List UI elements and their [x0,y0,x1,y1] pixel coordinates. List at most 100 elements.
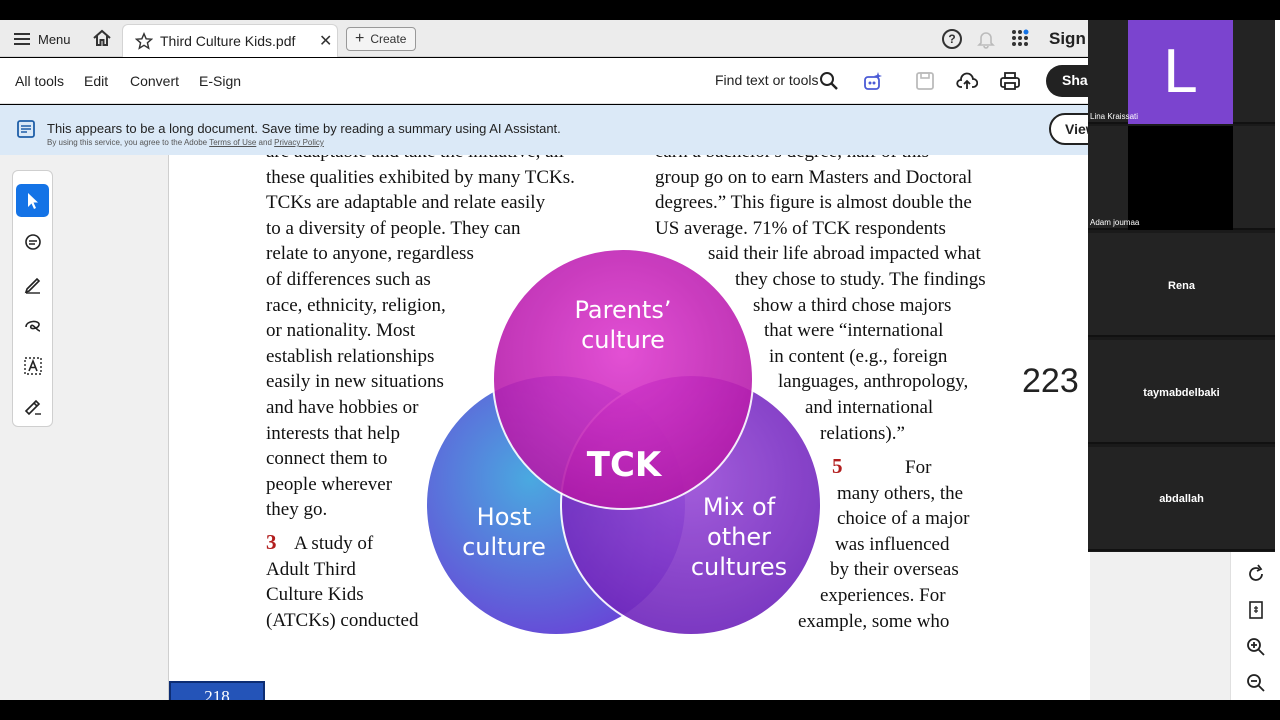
find-text-label[interactable]: Find text or tools [715,72,819,88]
participant-name: Adam joumaa [1090,218,1140,227]
body-text-line: earn a bachelor's degree, half of this [655,155,929,163]
banner-disclaimer: By using this service, you agree to the … [47,138,324,147]
tab-title: Third Culture Kids.pdf [160,33,296,49]
venn-label-mix-2: other [707,523,771,551]
participant-name: taymabdelbaki [1143,387,1220,399]
body-text-line: interests that help [266,422,401,444]
text-tool-button[interactable] [16,349,49,382]
body-text-line: Culture Kids [266,584,364,606]
comment-tool-button[interactable] [16,226,49,259]
body-text-line: US average. 71% of TCK respondents [655,217,946,239]
venn-label-center: TCK [587,445,663,485]
banner-message: This appears to be a long document. Save… [47,121,561,136]
venn-label-host-1: Host [477,503,532,531]
all-tools-menu[interactable]: All tools [15,73,64,89]
document-summary-icon [17,120,35,138]
pdf-page[interactable]: are adaptable and take the initiative, a… [168,155,1111,700]
participant-tile[interactable]: taymabdelbaki [1088,340,1275,444]
highlight-tool-button[interactable] [16,267,49,300]
body-text-line: they go. [266,499,328,521]
create-button[interactable]: + Create [346,27,416,51]
zoom-in-icon[interactable] [1245,636,1267,658]
meeting-participants-panel: L Lina Kraissati Adam joumaa Rena taymab… [1088,20,1275,552]
body-text-line: and have hobbies or [266,397,419,418]
tab-document[interactable]: Third Culture Kids.pdf ✕ [122,24,338,57]
zoom-out-icon[interactable] [1245,672,1267,694]
body-text-line: are adaptable and take the initiative, a… [266,155,564,163]
cursor-icon [27,192,38,209]
body-text-line: these qualities exhibited by many TCKs. [266,166,575,188]
save-icon[interactable] [914,70,936,92]
search-icon[interactable] [818,70,840,92]
disclaimer-and: and [258,138,272,147]
rotate-icon[interactable] [1245,563,1267,585]
text-box-icon [23,356,42,375]
freehand-icon [24,320,40,332]
video-feed [1128,126,1233,230]
body-text-line: (ATCKs) conducted [266,609,419,631]
venn-label-mix-1: Mix of [703,493,776,521]
sign-tool-button[interactable] [16,390,49,423]
body-text-line: relations).” [820,422,905,444]
ai-summary-banner: This appears to be a long document. Save… [0,105,1109,155]
venn-label-parents-2: culture [581,326,665,354]
help-icon[interactable]: ? [942,29,962,49]
edit-menu[interactable]: Edit [84,73,108,89]
draw-tool-button[interactable] [16,308,49,341]
body-text-line: people wherever [266,473,393,495]
participant-tile[interactable]: Rena [1088,233,1275,337]
close-icon[interactable]: ✕ [319,31,332,51]
plus-icon: + [355,30,365,47]
venn-label-parents-1: Parents’ [575,296,672,324]
privacy-link[interactable]: Privacy Policy [274,138,324,147]
disclaimer-text: By using this service, you agree to the … [47,138,208,147]
participant-tile[interactable]: Adam joumaa [1088,126,1275,230]
body-text-line: group go on to earn Masters and Doctoral [655,166,973,188]
body-text-line: or nationality. Most [266,320,416,342]
body-text-line: choice of a major [837,508,970,530]
participant-name: Lina Kraissati [1090,112,1139,121]
footnote-number: 5 [832,454,843,478]
body-text-line: degrees.” This figure is almost double t… [655,192,972,214]
body-text-line: many others, the [837,482,964,504]
participant-name: Rena [1168,280,1195,292]
terms-link[interactable]: Terms of Use [209,138,256,147]
menu-label: Menu [38,31,71,47]
body-text-line: easily in new situations [266,371,444,393]
star-icon[interactable] [135,32,153,50]
body-text-line: was influenced [835,533,950,555]
avatar: L [1128,20,1233,124]
footnote-number: 3 [266,530,277,554]
print-icon[interactable] [999,70,1021,92]
cloud-upload-icon[interactable] [956,70,978,92]
floating-page-number: 223 [1022,362,1079,400]
select-tool-button[interactable] [16,184,49,217]
body-text-line: to a diversity of people. They can [266,217,521,239]
ai-assistant-icon[interactable] [862,70,884,92]
body-text-line: TCKs are adaptable and relate easily [266,192,546,214]
menu-button[interactable]: Menu [14,29,71,49]
participant-tile[interactable]: L Lina Kraissati [1088,20,1275,124]
page-number-tab: 218 [169,681,265,700]
bottom-strip [0,700,1280,720]
venn-label-host-2: culture [462,533,546,561]
participant-tile[interactable]: abdallah [1088,447,1275,551]
home-icon[interactable] [92,28,112,48]
body-text-line: experiences. For [820,585,946,606]
apps-grid-icon[interactable] [1011,29,1029,47]
comment-icon [24,233,41,250]
signature-pen-icon [24,399,41,415]
venn-diagram: Parents’ culture Host culture Mix of oth… [425,248,822,636]
page-fit-icon[interactable] [1245,599,1267,621]
body-text-line: A study of [294,533,374,554]
tools-palette [12,170,53,427]
body-text-line: Adult Third [266,558,356,580]
body-text-line: of differences such as [266,269,431,290]
body-text-line: For [905,457,932,478]
convert-menu[interactable]: Convert [130,73,179,89]
tab-bar: Menu Third Culture Kids.pdf ✕ + Create ?… [0,20,1095,57]
body-text-line: connect them to [266,448,388,470]
esign-menu[interactable]: E-Sign [199,73,241,89]
bell-icon[interactable] [977,29,995,49]
create-label: Create [370,32,407,46]
